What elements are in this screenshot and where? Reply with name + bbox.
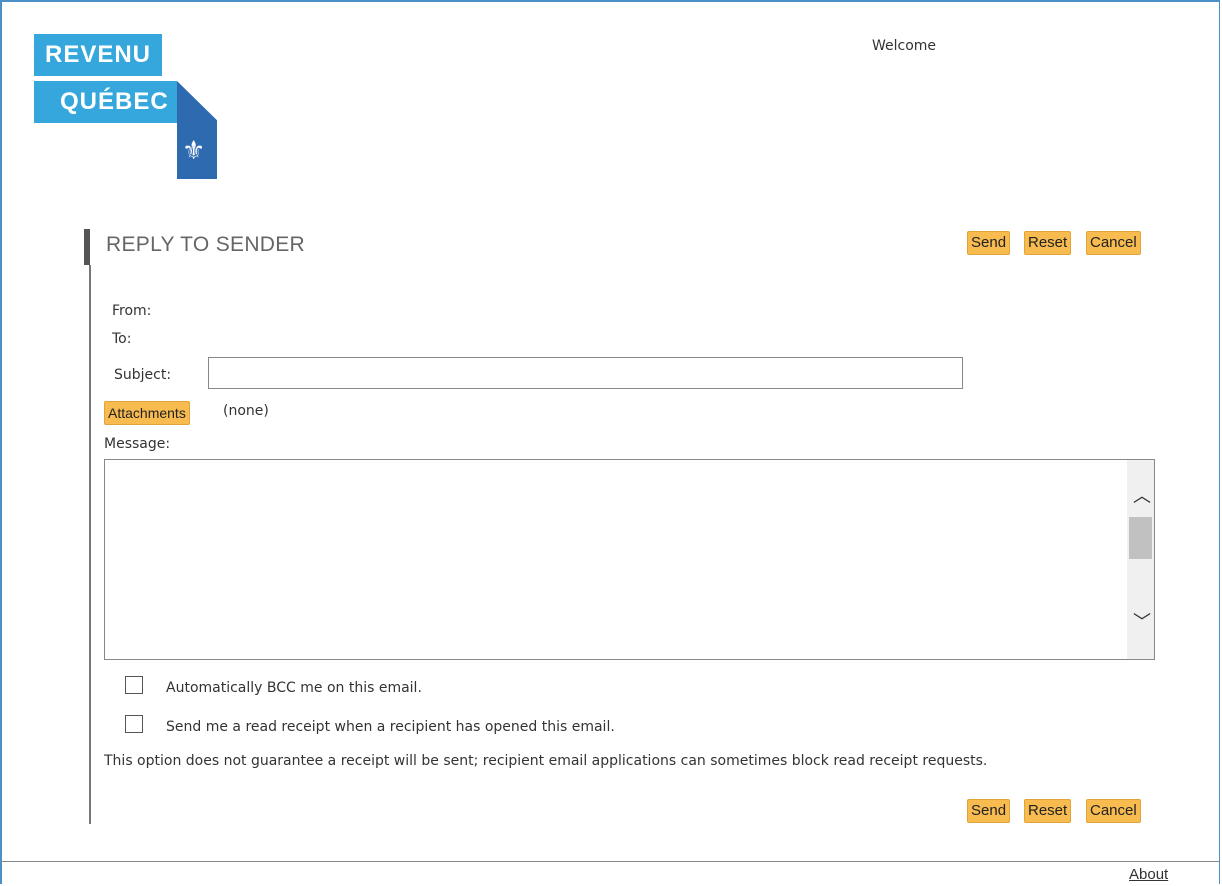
subject-label: Subject: [114, 367, 172, 383]
logo-line-1: REVENU [34, 34, 162, 76]
attachments-value: (none) [223, 403, 269, 419]
attachments-button[interactable]: Attachments [104, 401, 190, 425]
chevron-up-icon[interactable]: ︿ [1133, 482, 1151, 508]
panel-accent-bar [84, 229, 90, 265]
reset-button-bottom[interactable]: Reset [1024, 799, 1072, 823]
read-receipt-checkbox[interactable] [125, 715, 143, 733]
about-link[interactable]: About [1129, 866, 1168, 883]
from-label: From: [112, 303, 152, 319]
message-label: Message: [104, 436, 171, 452]
reset-button-top[interactable]: Reset [1024, 231, 1072, 255]
read-receipt-note: This option does not guarantee a receipt… [104, 753, 988, 769]
message-textarea[interactable]: ︿ ﹀ [104, 459, 1155, 660]
footer-divider [0, 861, 1220, 862]
read-receipt-label: Send me a read receipt when a recipient … [166, 719, 615, 735]
page-title: REPLY TO SENDER [106, 233, 306, 256]
scrollbar-thumb[interactable] [1129, 517, 1152, 559]
revenu-quebec-logo: REVENU QUÉBEC ⚜ [34, 34, 218, 180]
chevron-down-icon[interactable]: ﹀ [1133, 608, 1151, 634]
cancel-button-top[interactable]: Cancel [1086, 231, 1141, 255]
send-button-top[interactable]: Send [967, 231, 1011, 255]
welcome-text: Welcome [872, 38, 937, 54]
panel-border-line [89, 265, 91, 824]
to-label: To: [112, 331, 132, 347]
logo-line-2: QUÉBEC [34, 81, 177, 123]
cancel-button-bottom[interactable]: Cancel [1086, 799, 1141, 823]
subject-input[interactable] [208, 357, 963, 389]
message-scrollbar[interactable]: ︿ ﹀ [1127, 460, 1154, 659]
send-button-bottom[interactable]: Send [967, 799, 1011, 823]
bcc-checkbox[interactable] [125, 676, 143, 694]
fleur-de-lis-icon: ⚜ [182, 136, 206, 166]
bcc-label: Automatically BCC me on this email. [166, 680, 422, 696]
